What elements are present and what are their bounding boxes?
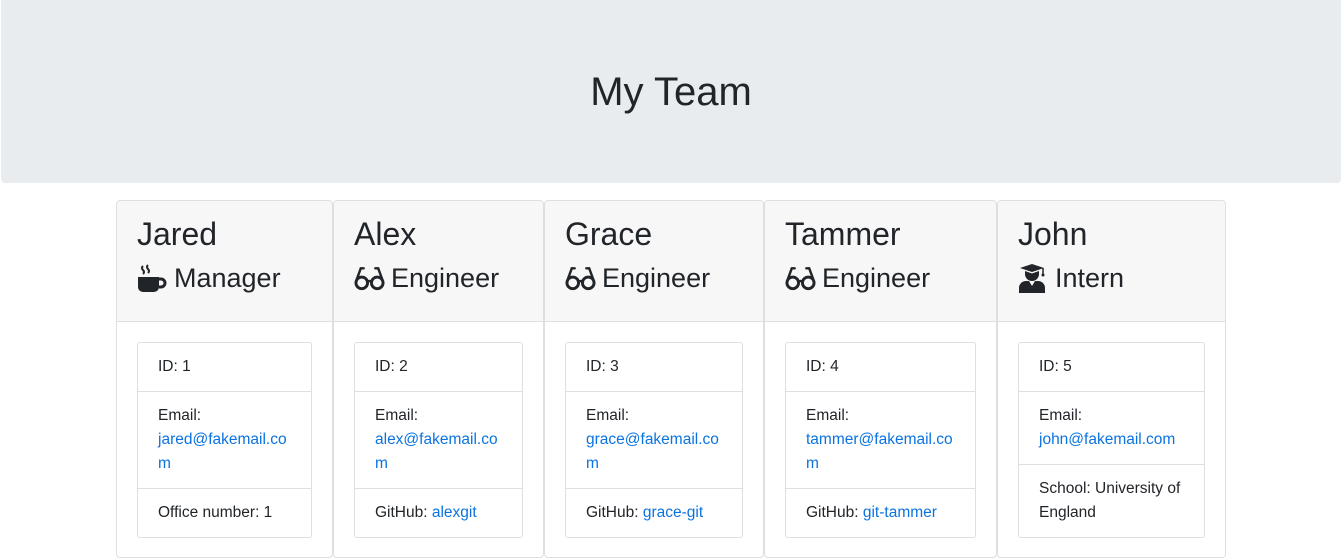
email-item: Email: alex@fakemail.com bbox=[355, 392, 522, 489]
employee-card-grace: Grace Engineer ID: 3 Email: grace@fakema… bbox=[544, 200, 764, 558]
card-header: Grace Engineer bbox=[545, 201, 763, 322]
info-list: ID: 1 Email: jared@fakemail.com Office n… bbox=[137, 342, 312, 538]
info-list: ID: 3 Email: grace@fakemail.com GitHub: … bbox=[565, 342, 743, 538]
github-link[interactable]: grace-git bbox=[643, 504, 703, 521]
card-header: Tammer Engineer bbox=[765, 201, 996, 322]
employee-card-john: John Intern ID: 5 Email: john@fakemail.c… bbox=[997, 200, 1226, 558]
info-list: ID: 4 Email: tammer@fakemail.com GitHub:… bbox=[785, 342, 976, 538]
info-list: ID: 2 Email: alex@fakemail.com GitHub: a… bbox=[354, 342, 523, 538]
card-body: ID: 4 Email: tammer@fakemail.com GitHub:… bbox=[765, 322, 996, 557]
email-item: Email: john@fakemail.com bbox=[1019, 392, 1204, 465]
employee-name: Alex bbox=[354, 216, 417, 252]
coffee-mug-icon bbox=[137, 263, 168, 293]
card-body: ID: 3 Email: grace@fakemail.com GitHub: … bbox=[545, 322, 763, 557]
card-body: ID: 1 Email: jared@fakemail.com Office n… bbox=[117, 322, 332, 557]
role-label: Manager bbox=[174, 262, 281, 293]
employee-name: John bbox=[1018, 216, 1088, 252]
employee-card-alex: Alex Engineer ID: 2 Email: alex@fakemail… bbox=[333, 200, 544, 558]
employee-card-jared: Jared Manager ID: 1 Email: jared@fakemai… bbox=[116, 200, 333, 558]
glasses-icon bbox=[785, 263, 816, 293]
email-link[interactable]: john@fakemail.com bbox=[1039, 431, 1175, 448]
glasses-icon bbox=[354, 263, 385, 293]
page-header: My Team bbox=[1, 0, 1341, 183]
email-item: Email: grace@fakemail.com bbox=[566, 392, 742, 489]
email-label: Email: bbox=[1039, 407, 1083, 424]
email-link[interactable]: alex@fakemail.com bbox=[375, 431, 498, 472]
email-link[interactable]: grace@fakemail.com bbox=[586, 431, 719, 472]
email-label: Email: bbox=[586, 407, 630, 424]
id-item: ID: 4 bbox=[786, 343, 975, 392]
office-number-item: Office number: 1 bbox=[158, 504, 273, 521]
employee-role: Engineer bbox=[354, 263, 523, 293]
employee-role: Engineer bbox=[565, 263, 743, 293]
employee-name: Jared bbox=[137, 216, 218, 252]
card-body: ID: 2 Email: alex@fakemail.com GitHub: a… bbox=[334, 322, 543, 557]
github-label: GitHub: bbox=[806, 504, 863, 521]
id-item: ID: 3 bbox=[566, 343, 742, 392]
employee-role: Manager bbox=[137, 263, 312, 293]
github-item: GitHub: git-tammer bbox=[786, 489, 975, 537]
role-label: Engineer bbox=[602, 262, 711, 293]
email-link[interactable]: tammer@fakemail.com bbox=[806, 431, 953, 472]
id-item: ID: 2 bbox=[355, 343, 522, 392]
info-list: ID: 5 Email: john@fakemail.com School: U… bbox=[1018, 342, 1205, 538]
role-label: Intern bbox=[1055, 262, 1125, 293]
email-label: Email: bbox=[375, 407, 419, 424]
role-label: Engineer bbox=[391, 262, 500, 293]
page-title: My Team bbox=[590, 69, 752, 114]
github-item: GitHub: grace-git bbox=[566, 489, 742, 537]
email-item: Email: tammer@fakemail.com bbox=[786, 392, 975, 489]
id-item: ID: 5 bbox=[1019, 343, 1204, 392]
email-label: Email: bbox=[806, 407, 850, 424]
employee-name: Tammer bbox=[785, 216, 901, 252]
github-link[interactable]: alexgit bbox=[432, 504, 477, 521]
school-item: School: University of England bbox=[1039, 480, 1181, 521]
email-label: Email: bbox=[158, 407, 202, 424]
card-header: Alex Engineer bbox=[334, 201, 543, 322]
employee-role: Intern bbox=[1018, 263, 1205, 293]
github-label: GitHub: bbox=[375, 504, 432, 521]
employee-name: Grace bbox=[565, 216, 653, 252]
glasses-icon bbox=[565, 263, 596, 293]
email-item: Email: jared@fakemail.com bbox=[138, 392, 311, 489]
graduate-icon bbox=[1018, 263, 1049, 293]
role-label: Engineer bbox=[822, 262, 931, 293]
employee-card-tammer: Tammer Engineer ID: 4 Email: tammer@fake… bbox=[764, 200, 997, 558]
card-body: ID: 5 Email: john@fakemail.com School: U… bbox=[998, 322, 1225, 557]
employee-role: Engineer bbox=[785, 263, 976, 293]
github-item: GitHub: alexgit bbox=[355, 489, 522, 537]
card-header: Jared Manager bbox=[117, 201, 332, 322]
id-item: ID: 1 bbox=[138, 343, 311, 392]
email-link[interactable]: jared@fakemail.com bbox=[158, 431, 287, 472]
card-header: John Intern bbox=[998, 201, 1225, 322]
github-link[interactable]: git-tammer bbox=[863, 504, 937, 521]
github-label: GitHub: bbox=[586, 504, 643, 521]
